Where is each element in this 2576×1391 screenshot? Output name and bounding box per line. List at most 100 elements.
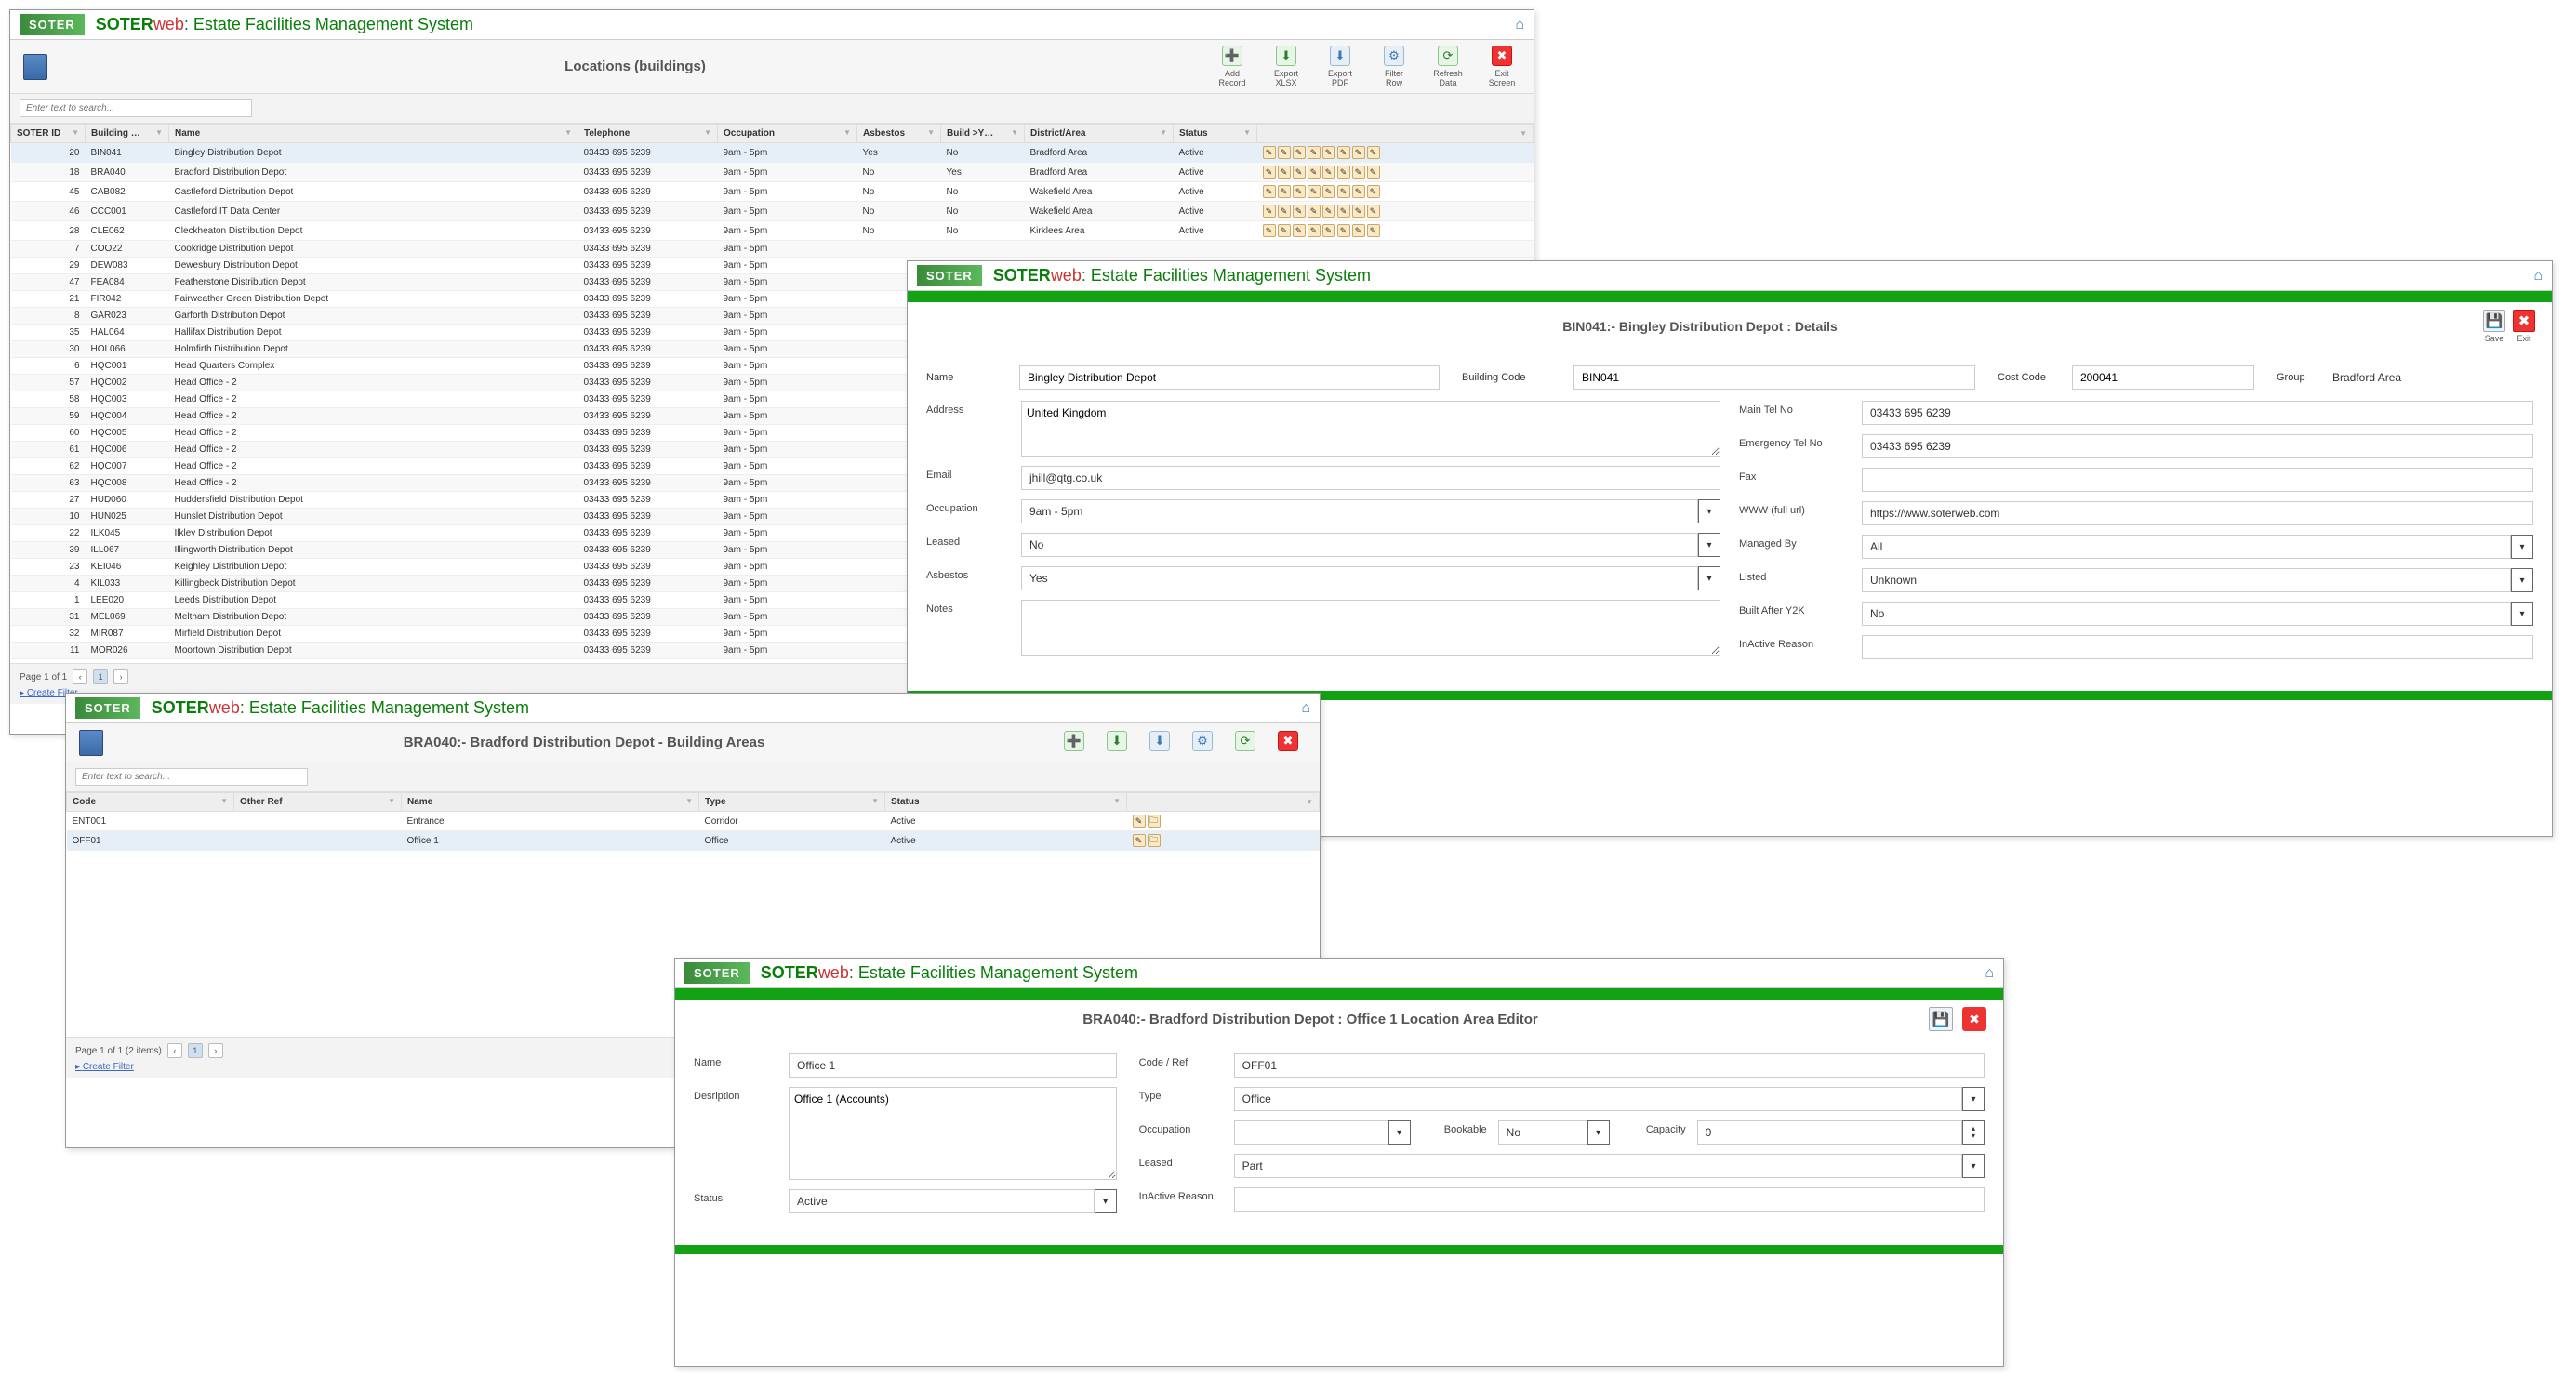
dropdown-icon[interactable]: ▾ (1388, 1120, 1411, 1145)
row-action-icon[interactable]: ✎ (1322, 185, 1335, 198)
dropdown-icon[interactable]: ▾ (2511, 602, 2533, 626)
exit-button[interactable]: ✖Exit (2513, 310, 2535, 343)
pager-page-1[interactable]: 1 (188, 1043, 203, 1058)
row-action-icon[interactable]: ✎ (1263, 205, 1276, 218)
row-action-icon[interactable]: ✎ (1337, 166, 1350, 179)
column-header[interactable]: Occupation▼ (718, 125, 857, 143)
refresh-data-button[interactable]: ⟳Refresh Data (1429, 46, 1467, 87)
pager-next-button[interactable]: › (208, 1043, 223, 1058)
create-filter-link[interactable]: Create Filter (75, 1062, 134, 1072)
cost-code-field[interactable] (2072, 365, 2254, 390)
column-header[interactable]: ▼ (1127, 793, 1320, 812)
main-tel-field[interactable] (1862, 401, 2533, 425)
inactive-reason-field[interactable] (1862, 635, 2533, 659)
row-action-icon[interactable]: ✎ (1293, 224, 1306, 237)
row-action-icon[interactable]: ✎ (1352, 166, 1365, 179)
home-icon[interactable]: ⌂ (2533, 268, 2543, 285)
column-header[interactable]: Name▼ (402, 793, 699, 812)
ed-name-field[interactable] (789, 1053, 1117, 1078)
column-header[interactable]: Building …▼ (86, 125, 169, 143)
notes-field[interactable] (1021, 600, 1720, 656)
locations-search-input[interactable] (20, 99, 252, 117)
dropdown-icon[interactable]: ▾ (1698, 533, 1720, 557)
row-action-icon[interactable]: ✎ (1293, 166, 1306, 179)
row-action-icon[interactable]: ✎ (1367, 205, 1380, 218)
export-pdf-button[interactable]: ⬇Export PDF (1321, 46, 1359, 87)
leased-field[interactable] (1021, 533, 1698, 557)
pager-prev-button[interactable]: ‹ (73, 669, 87, 684)
ed-capacity-field[interactable] (1697, 1120, 1962, 1145)
column-header[interactable]: Other Ref▼ (234, 793, 402, 812)
row-action-icon[interactable]: ✎ (1352, 185, 1365, 198)
ed-type-field[interactable] (1234, 1087, 1962, 1111)
row-action-icon[interactable]: ✎ (1308, 205, 1321, 218)
table-row[interactable]: 7COO22Cookridge Distribution Depot03433 … (11, 241, 1534, 258)
table-row[interactable]: 20BIN041Bingley Distribution Depot03433 … (11, 143, 1534, 163)
row-action-icon[interactable]: ✎ (1337, 224, 1350, 237)
filter-button[interactable]: ⚙ (1184, 731, 1221, 754)
pager-prev-button[interactable]: ‹ (167, 1043, 182, 1058)
dropdown-icon[interactable]: ▾ (1698, 566, 1720, 590)
ed-description-field[interactable] (789, 1087, 1117, 1180)
column-header[interactable]: Build >Y…▼ (941, 125, 1025, 143)
row-action-icon[interactable]: ✎ (1278, 146, 1291, 159)
delete-icon[interactable]: 🗀 (1148, 834, 1161, 847)
row-action-icon[interactable]: ✎ (1337, 205, 1350, 218)
row-action-icon[interactable]: ✎ (1337, 146, 1350, 159)
row-action-icon[interactable]: ✎ (1293, 205, 1306, 218)
built-y2k-field[interactable] (1862, 602, 2511, 626)
row-action-icon[interactable]: ✎ (1322, 205, 1335, 218)
table-row[interactable]: 18BRA040Bradford Distribution Depot03433… (11, 163, 1534, 182)
row-action-icon[interactable]: ✎ (1293, 146, 1306, 159)
row-action-icon[interactable]: ✎ (1367, 146, 1380, 159)
dropdown-icon[interactable]: ▾ (1587, 1120, 1610, 1145)
column-header[interactable]: Telephone▼ (578, 125, 718, 143)
export-xlsx-button[interactable]: ⬇ (1098, 731, 1135, 754)
row-action-icon[interactable]: ✎ (1322, 166, 1335, 179)
column-header[interactable]: Code▼ (67, 793, 234, 812)
managed-by-field[interactable] (1862, 535, 2511, 559)
dropdown-icon[interactable]: ▾ (2511, 535, 2533, 559)
edit-icon[interactable]: ✎ (1133, 834, 1146, 847)
filter-row-button[interactable]: ⚙Filter Row (1375, 46, 1413, 87)
column-header[interactable]: Name▼ (169, 125, 578, 143)
close-button[interactable]: ✖ (1269, 731, 1307, 754)
home-icon[interactable]: ⌂ (1985, 965, 1994, 982)
ed-inactive-field[interactable] (1234, 1187, 1985, 1212)
table-row[interactable]: 46CCC001Castleford IT Data Center03433 6… (11, 202, 1534, 221)
ed-code-field[interactable] (1234, 1053, 1985, 1078)
row-action-icon[interactable]: ✎ (1352, 205, 1365, 218)
column-header[interactable]: Type▼ (699, 793, 885, 812)
row-action-icon[interactable]: ✎ (1263, 166, 1276, 179)
add-record-button[interactable]: ➕Add Record (1214, 46, 1251, 87)
spinner-icon[interactable]: ▴▾ (1962, 1120, 1985, 1145)
row-action-icon[interactable]: ✎ (1263, 185, 1276, 198)
save-button[interactable]: 💾Save (2483, 310, 2505, 343)
building-code-field[interactable] (1573, 365, 1975, 390)
address-field[interactable] (1021, 401, 1720, 457)
ed-bookable-field[interactable] (1498, 1120, 1587, 1145)
ed-status-field[interactable] (789, 1189, 1095, 1213)
table-row[interactable]: ENT001EntranceCorridorActive✎🗀 (67, 812, 1320, 831)
listed-field[interactable] (1862, 568, 2511, 592)
row-action-icon[interactable]: ✎ (1278, 224, 1291, 237)
export-pdf-button[interactable]: ⬇ (1141, 731, 1178, 754)
ed-occupation-field[interactable] (1234, 1120, 1388, 1145)
close-icon[interactable]: ✖ (1962, 1007, 1986, 1031)
save-icon[interactable]: 💾 (1929, 1007, 1953, 1031)
emergency-tel-field[interactable] (1862, 434, 2533, 458)
delete-icon[interactable]: 🗀 (1148, 815, 1161, 828)
column-header[interactable]: ▼ (1257, 125, 1534, 143)
row-action-icon[interactable]: ✎ (1352, 224, 1365, 237)
pager-next-button[interactable]: › (113, 669, 128, 684)
table-row[interactable]: OFF01Office 1OfficeActive✎🗀 (67, 831, 1320, 851)
occupation-field[interactable] (1021, 499, 1698, 523)
dropdown-icon[interactable]: ▾ (1962, 1154, 1985, 1178)
row-action-icon[interactable]: ✎ (1278, 185, 1291, 198)
row-action-icon[interactable]: ✎ (1308, 146, 1321, 159)
row-action-icon[interactable]: ✎ (1367, 224, 1380, 237)
asbestos-field[interactable] (1021, 566, 1698, 590)
export-xlsx-button[interactable]: ⬇Export XLSX (1268, 46, 1305, 87)
column-header[interactable]: Status▼ (885, 793, 1127, 812)
row-action-icon[interactable]: ✎ (1367, 166, 1380, 179)
